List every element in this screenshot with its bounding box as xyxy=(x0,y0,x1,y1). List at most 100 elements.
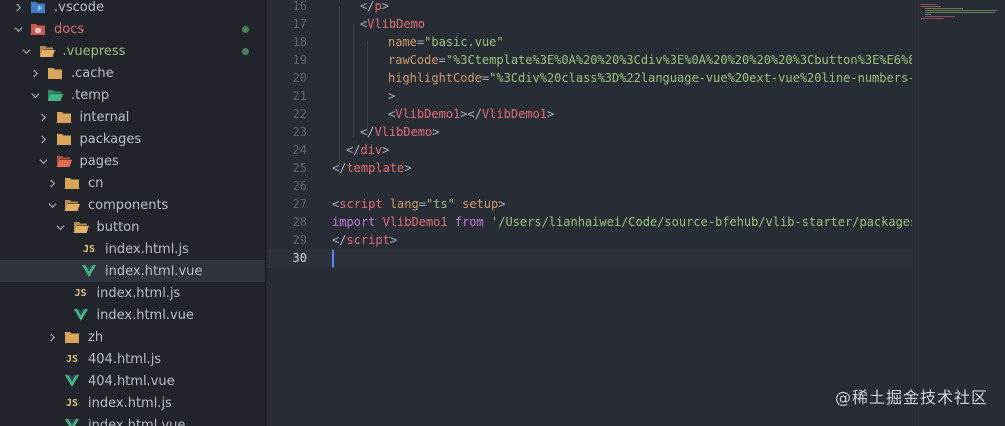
chevron-down-icon[interactable] xyxy=(29,84,41,106)
code-line[interactable]: <VlibDemo xyxy=(360,15,425,33)
js-file-icon: JS xyxy=(82,243,96,255)
minimap[interactable] xyxy=(912,0,1005,426)
temp-folder-icon xyxy=(47,88,63,102)
tree-file-item[interactable]: JS index.html.js xyxy=(0,282,265,304)
tree-file-item[interactable]: JS index.html.js xyxy=(0,238,265,260)
git-status-dot xyxy=(242,47,249,55)
code-token: "basic.vue" xyxy=(424,35,504,49)
watermark: @稀土掘金技术社区 xyxy=(834,388,988,407)
chevron-right-icon[interactable] xyxy=(29,62,41,84)
tree-folder-item[interactable]: internal xyxy=(0,106,265,128)
vue-file-icon xyxy=(64,374,80,388)
tree-folder-item[interactable]: .cache xyxy=(0,62,265,84)
chevron-down-icon[interactable] xyxy=(38,150,50,172)
code-line[interactable]: </script> xyxy=(332,231,397,249)
chevron-down-icon[interactable] xyxy=(46,194,58,216)
line-number: 16 xyxy=(292,0,307,13)
code-token: </ xyxy=(360,0,375,13)
tree-folder-item[interactable]: components xyxy=(0,194,265,216)
tree-item-label: 404.html.vue xyxy=(88,373,175,389)
tree-folder-item[interactable]: packages xyxy=(0,128,265,150)
tree-folder-item[interactable]: button xyxy=(0,216,265,238)
chevron-down-icon[interactable] xyxy=(21,40,33,62)
tree-item-label: components xyxy=(88,197,169,213)
vue-file-icon xyxy=(81,264,97,278)
folder-icon xyxy=(56,110,72,124)
code-line[interactable]: </p> xyxy=(360,0,389,15)
chevron-right-icon[interactable] xyxy=(38,106,50,128)
chevron-right-icon[interactable] xyxy=(46,172,58,194)
line-number: 18 xyxy=(292,35,307,49)
tree-item-label: .temp xyxy=(71,87,110,103)
tree-folder-item[interactable]: cn xyxy=(0,172,265,194)
tree-folder-item[interactable]: docs xyxy=(0,18,265,40)
tree-item-label: internal xyxy=(79,109,130,125)
tree-folder-item[interactable]: zh xyxy=(0,326,265,348)
tree-item-label: index.html.vue xyxy=(96,307,194,323)
code-token: = xyxy=(418,197,426,211)
tree-folder-item[interactable]: .vscode xyxy=(0,0,265,18)
minimap-line xyxy=(925,12,995,13)
tree-file-item[interactable]: JS 404.html.js xyxy=(0,348,265,370)
js-file-icon: JS xyxy=(74,287,87,299)
line-number: 22 xyxy=(292,107,307,121)
code-line[interactable]: rawCode="%3Ctemplate%3E%0A%20%20%3Cdiv%3… xyxy=(388,51,930,69)
code-line[interactable]: import VlibDemo1 from '/Users/lianhaiwei… xyxy=(332,213,917,231)
indent-guide xyxy=(353,24,354,138)
indent-guide xyxy=(339,6,340,174)
line-number: 19 xyxy=(292,53,307,67)
chevron-down-icon[interactable] xyxy=(55,216,67,238)
tree-item-label: packages xyxy=(79,131,142,147)
code-token: > xyxy=(404,161,412,175)
minimap-line xyxy=(925,10,997,11)
code-line[interactable]: </div> xyxy=(346,141,389,159)
code-token: rawCode xyxy=(388,53,439,67)
tree-folder-item[interactable]: .temp xyxy=(0,84,265,106)
code-line[interactable]: </template> xyxy=(332,159,411,177)
code-line[interactable]: name="basic.vue" xyxy=(388,33,504,51)
chevron-down-icon[interactable] xyxy=(12,18,24,40)
code-token: import xyxy=(332,215,376,229)
code-token: from xyxy=(454,215,484,229)
vue-file-icon xyxy=(73,308,89,322)
folder-icon xyxy=(64,330,80,344)
code-token: template xyxy=(346,161,405,175)
tree-file-item[interactable]: index.html.vue xyxy=(0,414,265,426)
tree-item-label: button xyxy=(96,219,140,235)
code-token: > xyxy=(498,197,506,211)
current-line-highlight xyxy=(267,249,912,268)
code-token: > xyxy=(388,89,396,103)
tree-item-label: index.html.js xyxy=(88,395,172,411)
tree-file-item[interactable]: 404.html.vue xyxy=(0,370,265,392)
tree-file-item[interactable]: index.html.vue xyxy=(0,260,265,282)
code-token: lang xyxy=(389,197,419,211)
js-file-icon: JS xyxy=(65,397,79,409)
chevron-right-icon[interactable] xyxy=(46,326,58,348)
code-line[interactable]: <script lang="ts" setup> xyxy=(332,195,505,213)
line-number: 24 xyxy=(292,143,307,157)
code-token: highlightCode xyxy=(388,71,482,85)
tree-folder-item[interactable]: .vuepress xyxy=(0,40,265,62)
tree-item-label: index.html.js xyxy=(105,241,189,257)
folder-open-icon xyxy=(64,198,80,212)
code-token: '/Users/lianhaiwei/Code/source-bfehub/vl… xyxy=(491,215,918,229)
tree-item-label: .cache xyxy=(71,65,114,81)
git-status-dot xyxy=(242,25,249,33)
code-line[interactable]: </VlibDemo> xyxy=(360,123,439,141)
code-line[interactable]: highlightCode="%3Cdiv%20class%3D%22langu… xyxy=(388,69,930,87)
chevron-right-icon[interactable] xyxy=(38,128,50,150)
tree-item-label: 404.html.js xyxy=(88,351,162,367)
chevron-right-icon[interactable] xyxy=(12,0,24,18)
tree-file-item[interactable]: JS index.html.js xyxy=(0,392,265,414)
code-line[interactable]: <VlibDemo1></VlibDemo1> xyxy=(388,105,554,123)
line-number: 28 xyxy=(292,215,307,229)
code-token: </ xyxy=(332,233,347,247)
code-editor[interactable]: 16 </p> 17 <VlibDemo 18 name="basic.vue" 19 raw… xyxy=(267,0,1005,426)
tree-file-item[interactable]: index.html.vue xyxy=(0,304,265,326)
folder-icon xyxy=(56,132,72,146)
code-token: "ts" xyxy=(425,197,455,211)
tree-folder-item[interactable]: pages xyxy=(0,150,265,172)
code-line[interactable]: > xyxy=(388,87,395,105)
line-number: 17 xyxy=(292,17,307,31)
